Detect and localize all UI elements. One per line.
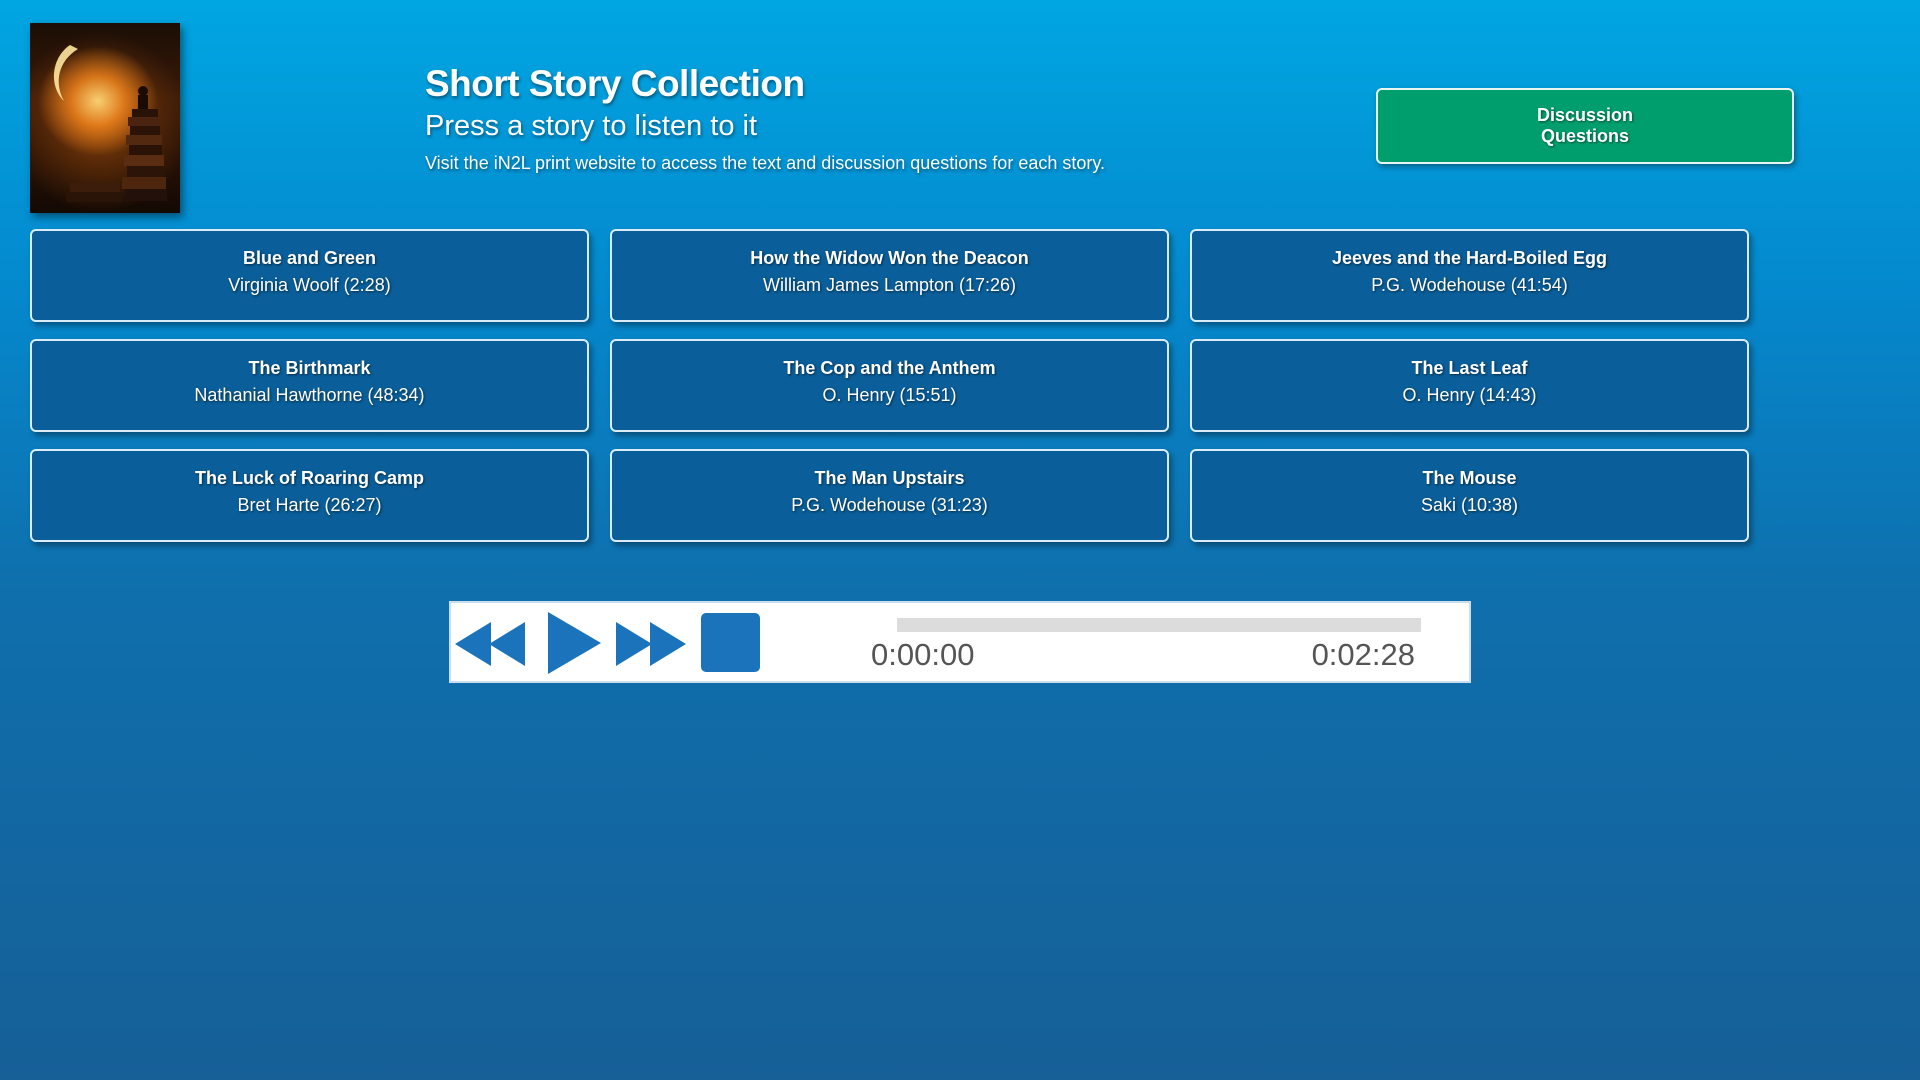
story-author-duration: Bret Harte (26:27) xyxy=(237,495,382,515)
play-icon xyxy=(548,612,601,674)
story-title: The Cop and the Anthem xyxy=(783,358,996,378)
rewind-icon xyxy=(455,622,525,666)
story-button-the-birthmark[interactable]: The Birthmark Nathanial Hawthorne (48:34… xyxy=(30,339,589,432)
progress-bar[interactable] xyxy=(897,618,1421,632)
story-button-the-cop-and-the-anthem[interactable]: The Cop and the Anthem O. Henry (15:51) xyxy=(610,339,1169,432)
story-button-the-last-leaf[interactable]: The Last Leaf O. Henry (14:43) xyxy=(1190,339,1749,432)
page-subtitle: Press a story to listen to it xyxy=(425,110,758,142)
current-time: 0:00:00 xyxy=(871,637,975,672)
fast-forward-icon xyxy=(616,622,686,666)
story-title: The Last Leaf xyxy=(1411,358,1528,378)
story-author-duration: Virginia Woolf (2:28) xyxy=(228,275,391,295)
story-button-jeeves-and-the-hard-boiled-egg[interactable]: Jeeves and the Hard-Boiled Egg P.G. Wode… xyxy=(1190,229,1749,322)
story-button-the-man-upstairs[interactable]: The Man Upstairs P.G. Wodehouse (31:23) xyxy=(610,449,1169,542)
story-title: The Man Upstairs xyxy=(814,468,965,488)
story-title: The Luck of Roaring Camp xyxy=(194,468,425,488)
story-collection-cover-image xyxy=(30,23,180,213)
story-button-the-luck-of-roaring-camp[interactable]: The Luck of Roaring Camp Bret Harte (26:… xyxy=(30,449,589,542)
stop-button[interactable] xyxy=(701,613,760,672)
story-title: How the Widow Won the Deacon xyxy=(750,248,1029,268)
story-button-how-the-widow-won-the-deacon[interactable]: How the Widow Won the Deacon William Jam… xyxy=(610,229,1169,322)
book-stack-moon-icon xyxy=(53,45,167,202)
header-text-block: Short Story Collection Press a story to … xyxy=(425,62,1105,176)
story-button-the-mouse[interactable]: The Mouse Saki (10:38) xyxy=(1190,449,1749,542)
story-author-duration: O. Henry (14:43) xyxy=(1402,385,1537,405)
story-author-duration: P.G. Wodehouse (41:54) xyxy=(1371,275,1568,295)
story-title: The Birthmark xyxy=(248,358,371,378)
page-title: Short Story Collection xyxy=(425,63,805,104)
discussion-questions-label: Discussion Questions xyxy=(1536,105,1634,146)
play-button[interactable] xyxy=(545,610,603,676)
story-title: Jeeves and the Hard-Boiled Egg xyxy=(1331,248,1608,268)
story-author-duration: P.G. Wodehouse (31:23) xyxy=(791,495,988,515)
story-author-duration: Nathanial Hawthorne (48:34) xyxy=(194,385,425,405)
story-button-blue-and-green[interactable]: Blue and Green Virginia Woolf (2:28) xyxy=(30,229,589,322)
total-time: 0:02:28 xyxy=(1311,637,1415,672)
story-title: Blue and Green xyxy=(242,248,377,268)
audio-player: 0:00:00 0:02:28 xyxy=(449,601,1471,683)
rewind-button[interactable] xyxy=(453,619,527,669)
story-author-duration: O. Henry (15:51) xyxy=(822,385,957,405)
story-grid: Blue and Green Virginia Woolf (2:28) How… xyxy=(30,229,1749,542)
story-author-duration: William James Lampton (17:26) xyxy=(762,275,1017,295)
story-author-duration: Saki (10:38) xyxy=(1420,495,1519,515)
stop-icon xyxy=(701,613,760,672)
discussion-questions-button[interactable]: Discussion Questions xyxy=(1376,88,1794,164)
fast-forward-button[interactable] xyxy=(614,619,688,669)
story-title: The Mouse xyxy=(1422,468,1517,488)
print-website-note: Visit the iN2L print website to access t… xyxy=(425,153,1106,173)
